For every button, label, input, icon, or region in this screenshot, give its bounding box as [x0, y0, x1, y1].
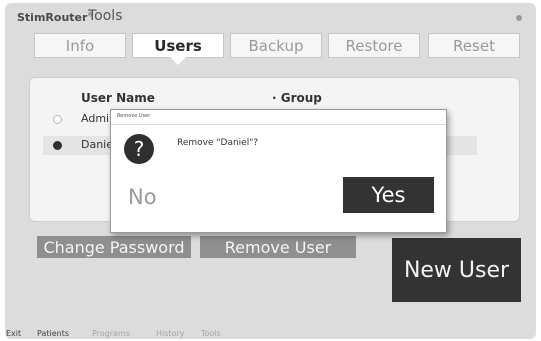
column-header-user-name: User Name [81, 91, 155, 105]
dialog-message: Remove "Daniel"? [177, 138, 259, 148]
title-bar: StimRouter® Tools [5, 3, 536, 31]
footer-item-tools[interactable]: Tools [201, 329, 221, 338]
tab-restore[interactable]: Restore [328, 33, 420, 58]
change-password-button[interactable]: Change Password [37, 236, 191, 258]
footer-nav: Exit Patients Programs History Tools [0, 328, 541, 341]
new-user-button[interactable]: New User [392, 238, 521, 302]
no-button[interactable]: No [128, 185, 157, 209]
tab-backup[interactable]: Backup [230, 33, 322, 58]
remove-user-dialog: Remove User ? Remove "Daniel"? No Yes [110, 109, 447, 233]
yes-button[interactable]: Yes [343, 177, 434, 213]
page-title: Tools [88, 8, 123, 24]
dialog-title: Remove User [117, 113, 151, 119]
brand-name: StimRouter [17, 11, 88, 24]
tab-info[interactable]: Info [34, 33, 126, 58]
column-header-group-label: Group [280, 91, 322, 105]
radio-button[interactable] [53, 115, 62, 124]
footer-item-programs[interactable]: Programs [92, 329, 130, 338]
tab-users[interactable]: Users [132, 33, 224, 65]
dialog-title-bar: Remove User [111, 110, 446, 125]
question-icon: ? [124, 134, 154, 164]
footer-item-history[interactable]: History [156, 329, 184, 338]
remove-user-button[interactable]: Remove User [200, 236, 356, 258]
radio-button[interactable] [53, 141, 62, 150]
user-name-cell: Danie [81, 138, 114, 151]
footer-item-patients[interactable]: Patients [37, 329, 69, 338]
column-header-group: · Group [272, 91, 322, 105]
footer-item-exit[interactable]: Exit [6, 329, 21, 338]
user-name-cell: Admi [81, 112, 110, 125]
status-dot-icon [516, 15, 522, 21]
tab-reset[interactable]: Reset [428, 33, 520, 58]
brand-logo: StimRouter® [17, 11, 93, 24]
